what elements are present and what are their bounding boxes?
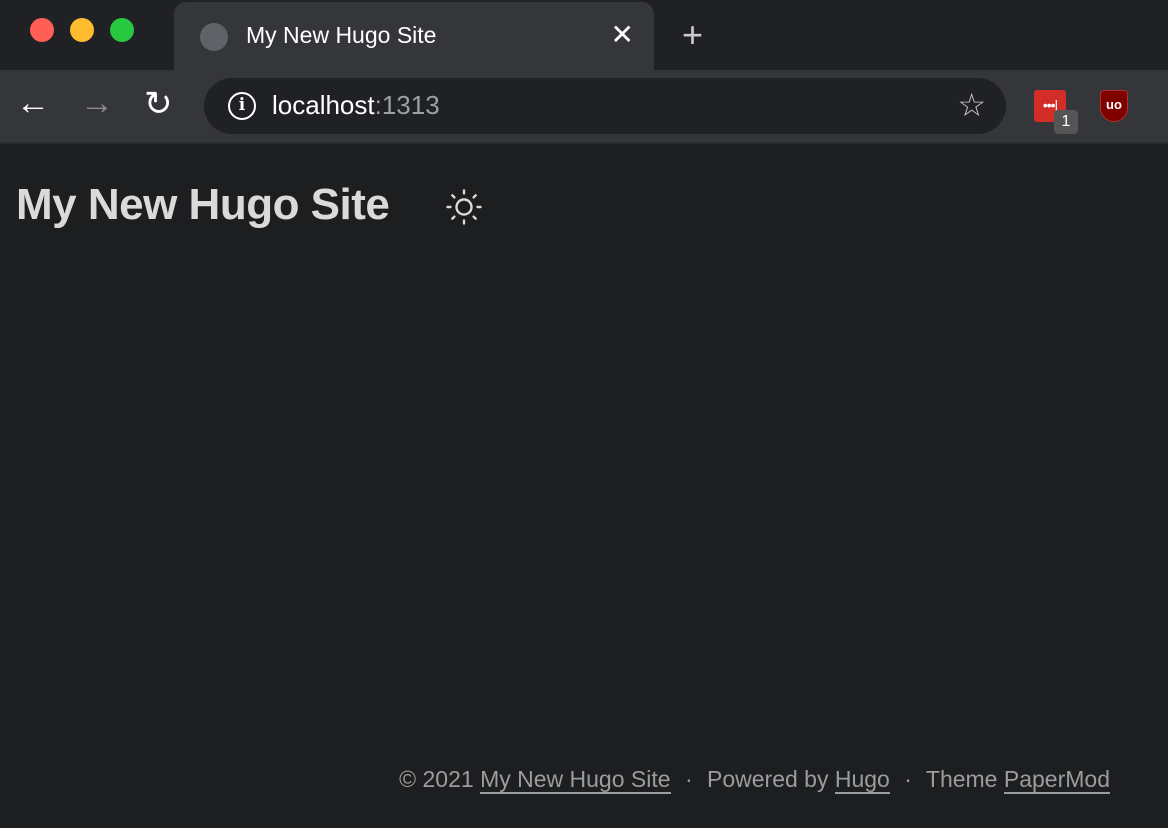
url-text[interactable]: localhost:1313 [272,90,440,121]
separator: · [904,766,912,792]
theme-text: Theme [925,766,998,792]
zoom-window-button[interactable] [110,18,134,42]
minimize-window-button[interactable] [70,18,94,42]
sun-icon[interactable] [446,189,482,225]
back-arrow-icon[interactable]: ← [16,84,50,123]
papermod-link[interactable]: PaperMod [1003,766,1110,794]
info-icon[interactable]: i [228,92,256,120]
url-host: localhost [272,90,375,120]
lastpass-badge: 1 [1054,110,1078,134]
globe-icon [200,23,228,51]
close-tab-icon[interactable]: ✕ [611,18,634,51]
separator: · [684,766,693,792]
close-window-button[interactable] [30,18,54,42]
reload-icon[interactable]: ↻ [144,84,173,124]
copyright: © 2021 [399,766,474,792]
url-port: :1313 [374,90,440,120]
new-tab-button[interactable]: + [682,14,703,56]
footer: © 2021 My New Hugo Site · Powered by Hug… [399,766,1110,794]
site-title[interactable]: My New Hugo Site [16,180,390,230]
bookmark-star-icon[interactable]: ☆ [957,86,986,124]
hugo-link[interactable]: Hugo [834,766,890,794]
forward-arrow-icon[interactable]: → [80,84,114,123]
browser-titlebar: My New Hugo Site ✕ + [0,0,1168,70]
site-link[interactable]: My New Hugo Site [480,766,671,794]
powered-by-text: Powered by [707,766,829,792]
tab-title: My New Hugo Site [246,22,437,48]
browser-tab[interactable]: My New Hugo Site ✕ [174,2,654,70]
ublock-extension-icon[interactable]: uo [1100,90,1128,122]
address-bar[interactable]: i localhost:1313 ☆ [204,78,1006,134]
browser-toolbar: ← → ↻ i localhost:1313 ☆ •••| 1 uo [0,70,1168,144]
